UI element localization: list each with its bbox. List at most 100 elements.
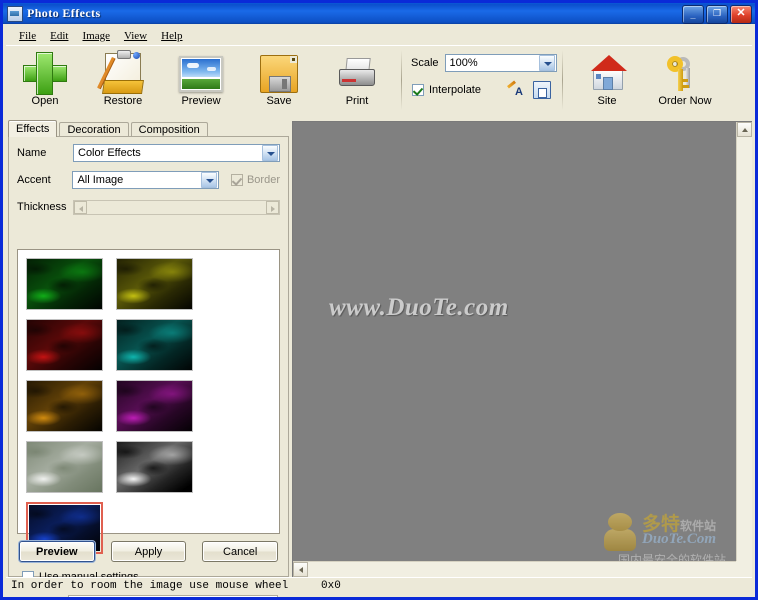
floppy-disk-icon [257,52,301,93]
toolbar-separator-2 [562,50,563,110]
panel-tabs: Effects Decoration Composition [8,120,291,137]
thickness-label: Thickness [17,201,67,213]
thumbnail-image [117,259,192,309]
menu-bar: File Edit Image View Help [6,27,752,44]
effect-thumbnail-magenta-effect[interactable] [116,380,193,432]
main-toolbar: Open Restore Preview Save Print Scale 10… [6,45,752,118]
toolbar-restore-button[interactable]: Restore [84,46,162,116]
effect-thumbnail-list [17,249,280,554]
color-input[interactable] [68,595,278,597]
tab-effects-label: Effects [16,123,50,135]
toolbar-print-button[interactable]: Print [318,46,396,116]
toolbar-site-label: Site [597,95,617,107]
effect-thumbnail-pale-green-effect[interactable] [26,441,103,493]
effect-thumbnail-grid [26,258,271,554]
toolbar-order-now-label: Order Now [658,95,712,107]
effects-panel: Effects Decoration Composition Name Colo… [6,120,291,597]
menu-help-label: Help [161,29,183,42]
effect-thumbnail-green-effect[interactable] [26,258,103,310]
apply-button[interactable]: Apply [110,541,187,562]
menu-file-label: File [19,29,37,42]
canvas-watermark: www.DuoTe.com [329,294,509,321]
effect-thumbnail-orange-effect[interactable] [26,380,103,432]
border-checkbox-group: Border [230,174,280,186]
effect-thumbnail-grayscale-effect[interactable] [116,441,193,493]
green-plus-icon [23,52,67,95]
minimize-button[interactable]: _ [682,5,704,24]
menu-file[interactable]: File [12,29,43,43]
tab-decoration-label: Decoration [67,124,121,136]
menu-image-label: Image [82,29,110,42]
action-button-row: Preview Apply Cancel [19,541,279,562]
thickness-increase-button [266,200,279,214]
tab-panel-body: Name Color Effects Accent All Image Bord… [8,136,289,597]
picture-icon [179,52,223,92]
effect-thumbnail-cyan-effect[interactable] [116,319,193,371]
name-value: Color Effects [78,147,141,159]
save-settings-icon[interactable] [533,81,551,99]
menu-view-label: View [123,29,148,42]
chevron-down-icon[interactable] [539,55,555,71]
tab-effects[interactable]: Effects [8,120,58,137]
accent-combo[interactable]: All Image [72,171,219,189]
thumbnail-image [117,381,192,431]
chevron-down-icon[interactable] [262,145,278,161]
menu-image[interactable]: Image [75,29,116,43]
effect-thumbnail-yellow-effect[interactable] [116,258,193,310]
thickness-row: Thickness [17,196,280,218]
toolbar-save-button[interactable]: Save [240,46,318,116]
window-title: Photo Effects [27,6,101,20]
toolbar-preview-label: Preview [181,95,221,107]
menu-edit[interactable]: Edit [43,29,75,43]
photo-window-icon [7,5,23,22]
minimize-icon: _ [690,10,696,20]
tab-decoration[interactable]: Decoration [59,122,129,137]
color-row: Color [22,595,278,597]
close-button[interactable]: ✕ [730,5,752,24]
name-combo[interactable]: Color Effects [73,144,280,162]
menu-edit-label: Edit [50,29,69,42]
close-icon: ✕ [736,7,746,19]
preview-button[interactable]: Preview [19,541,95,562]
scroll-left-button[interactable] [293,562,308,577]
thumbnail-image [27,320,102,370]
scale-combo[interactable]: 100% [444,54,557,72]
name-label: Name [17,147,47,159]
toolbar-site-button[interactable]: Site [568,46,646,116]
thumbnail-image [27,442,102,492]
application-window: Photo Effects _ ❐ ✕ File Edit Image View… [0,0,758,600]
status-image-size: 0x0 [321,580,341,592]
chevron-down-icon[interactable] [200,172,217,188]
toolbar-print-label: Print [345,95,369,107]
toolbar-order-now-button[interactable]: Order Now [646,46,724,116]
image-canvas[interactable]: www.DuoTe.com 多特软件站 DuoTe.Com 国内最安全的软件站 [292,121,752,577]
menu-view[interactable]: View [117,29,154,43]
thumbnail-image [27,259,102,309]
thickness-decrease-button [74,200,87,214]
font-a-icon[interactable] [507,81,523,98]
scale-label: Scale [411,57,439,69]
scrollbar-corner [736,561,752,577]
toolbar-open-button[interactable]: Open [6,46,84,116]
scale-value: 100% [449,57,478,69]
toolbar-open-label: Open [31,95,59,107]
interpolate-checkbox[interactable] [412,84,424,96]
toolbar-restore-label: Restore [103,95,143,107]
accent-row: Accent All Image Border [17,169,280,191]
window-controls: _ ❐ ✕ [682,5,752,24]
title-bar: Photo Effects _ ❐ ✕ [3,3,755,24]
cancel-button[interactable]: Cancel [202,541,279,562]
toolbar-save-label: Save [266,95,292,107]
logo-en: DuoTe.Com [642,531,717,547]
tab-composition[interactable]: Composition [130,122,208,137]
scroll-up-button[interactable] [737,122,752,137]
toolbar-preview-button[interactable]: Preview [162,46,240,116]
canvas-vertical-scrollbar[interactable] [736,122,752,561]
interpolate-label: Interpolate [429,84,481,96]
effect-thumbnail-red-effect[interactable] [26,319,103,371]
thumbnail-image [117,320,192,370]
maximize-button[interactable]: ❐ [706,5,728,24]
menu-help[interactable]: Help [154,29,189,43]
status-hint: In order to room the image use mouse whe… [11,580,289,592]
canvas-horizontal-scrollbar[interactable] [293,561,736,577]
